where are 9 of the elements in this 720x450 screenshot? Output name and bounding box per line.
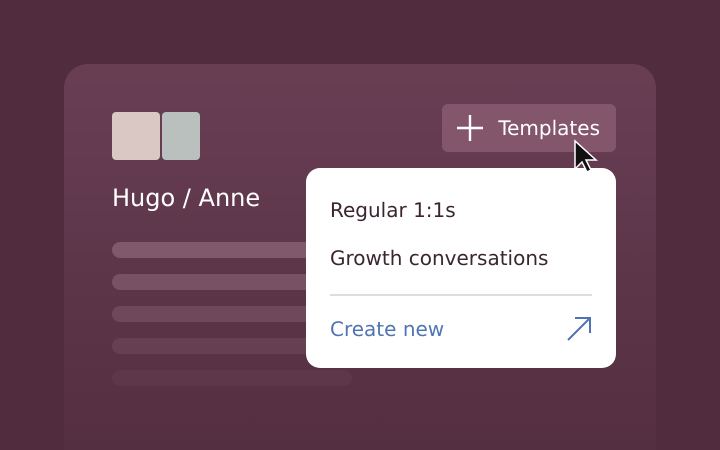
plus-icon bbox=[456, 114, 484, 142]
templates-button[interactable]: Templates bbox=[442, 104, 616, 152]
arrow-icon bbox=[566, 316, 592, 342]
menu-item[interactable]: Regular 1:1s bbox=[330, 186, 592, 234]
create-new-link[interactable]: Create new bbox=[330, 317, 444, 341]
menu-item[interactable]: Growth conversations bbox=[330, 234, 592, 282]
photo-placeholder bbox=[162, 112, 200, 160]
card-title: Hugo / Anne bbox=[112, 184, 260, 212]
photo-placeholder bbox=[112, 112, 160, 160]
